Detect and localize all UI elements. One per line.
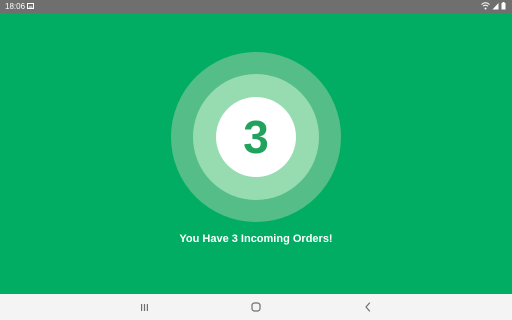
back-icon [365, 302, 371, 312]
order-count-circle[interactable]: 3 [216, 97, 296, 177]
incoming-orders-message: You Have 3 Incoming Orders! [179, 233, 333, 245]
order-count: 3 [243, 111, 269, 163]
navigation-bar [0, 294, 512, 320]
home-icon [251, 302, 261, 312]
status-bar: 18:06 [0, 0, 512, 13]
battery-icon [501, 2, 506, 10]
back-button[interactable] [348, 294, 388, 320]
recents-icon [140, 303, 148, 311]
gallery-icon [27, 3, 34, 9]
signal-icon [492, 3, 499, 10]
main-content: 3 You Have 3 Incoming Orders! [0, 13, 512, 294]
home-button[interactable] [236, 294, 276, 320]
incoming-orders-screen: 18:06 3 You Have 3 Incoming Orders! [0, 0, 512, 320]
recents-button[interactable] [124, 294, 164, 320]
status-icons [481, 2, 506, 10]
wifi-icon [481, 2, 490, 10]
status-time: 18:06 [5, 2, 26, 11]
